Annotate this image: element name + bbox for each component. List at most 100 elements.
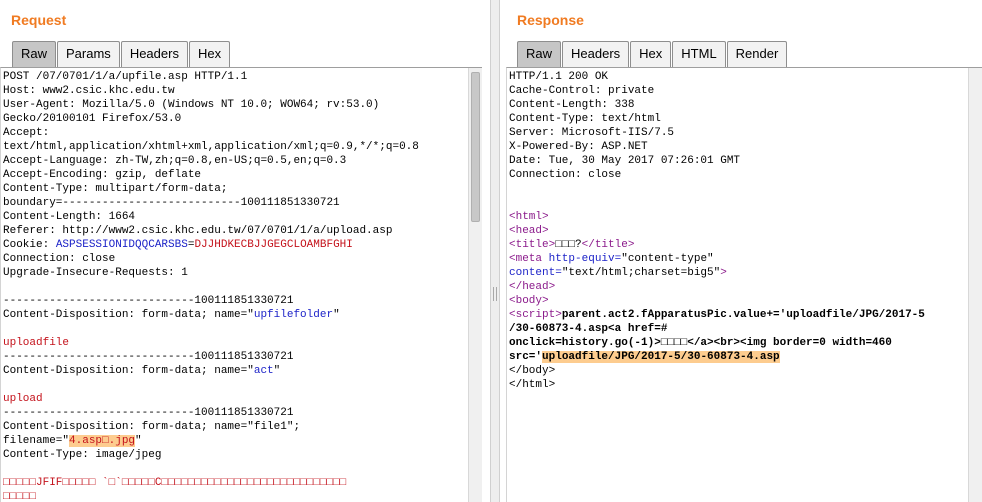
src-highlight: uploadfile/JPG/2017-5/30-60873-4.asp <box>542 351 780 363</box>
meta-attr: content= <box>509 267 562 279</box>
request-tab-hex[interactable]: Hex <box>188 41 231 67</box>
meta-open-tag: <meta <box>509 253 549 265</box>
request-tab-params[interactable]: Params <box>57 41 120 67</box>
cookie-name: ASPSESSIONIDQQCARSBS <box>55 239 188 251</box>
response-line: X-Powered-By: ASP.NET <box>509 141 648 153</box>
request-line: Accept-Encoding: gzip, deflate <box>3 169 202 181</box>
disposition-line: Content-Disposition: form-data; name="ac… <box>3 364 466 378</box>
param-value: upload <box>3 393 43 405</box>
response-editor[interactable]: HTTP/1.1 200 OK Cache-Control: private C… <box>506 67 982 502</box>
response-tab-raw[interactable]: Raw <box>517 41 562 67</box>
request-line: Content-Type: image/jpeg <box>3 449 162 461</box>
disposition-prefix: Content-Disposition: form-data; name=" <box>3 365 254 377</box>
script-text: parent.act2.fApparatusPic.value+='upload… <box>561 309 925 321</box>
response-tab-headers[interactable]: Headers <box>562 41 630 67</box>
cookie-prefix: Cookie: <box>3 239 56 251</box>
response-line: Content-Length: 338 <box>509 99 635 111</box>
request-line: text/html,application/xhtml+xml,applicat… <box>3 141 419 153</box>
request-scrollbar[interactable] <box>468 68 482 502</box>
cookie-line: Cookie: ASPSESSIONIDQQCARSBS=DJJHDKECBJJ… <box>3 238 466 252</box>
html-tag-line: </head> <box>509 281 556 293</box>
response-tab-hex[interactable]: Hex <box>630 41 672 67</box>
script-text-line: onclick=history.go(-1)>□□□□</a><br><img … <box>509 337 892 349</box>
request-tabs: Raw Params Headers Hex <box>12 41 231 67</box>
response-tabs: Raw Headers Hex HTML Render <box>517 41 788 67</box>
response-line: Content-Type: text/html <box>509 113 661 125</box>
binary-data-line: □□□□□ <box>3 491 37 502</box>
param-name: upfilefolder <box>253 309 334 321</box>
request-line: Accept-Language: zh-TW,zh;q=0.8,en-US;q=… <box>3 155 347 167</box>
html-tag-line: <body> <box>509 295 549 307</box>
request-line: POST /07/0701/1/a/upfile.asp HTTP/1.1 <box>3 71 248 83</box>
title-open-tag: <title> <box>509 239 556 251</box>
cookie-value: DJJHDKECBJJGEGCLOAMBFGHI <box>194 239 353 251</box>
response-line <box>509 182 966 196</box>
request-line: Content-Type: multipart/form-data; <box>3 183 228 195</box>
request-scrollbar-thumb[interactable] <box>471 72 480 222</box>
request-line: Gecko/20100101 Firefox/53.0 <box>3 113 182 125</box>
request-line <box>3 462 466 476</box>
param-name: act <box>253 365 274 377</box>
response-line: Server: Microsoft-IIS/7.5 <box>509 127 675 139</box>
request-line <box>3 378 466 392</box>
script-open-tag: <script> <box>509 309 562 321</box>
response-tab-html[interactable]: HTML <box>672 41 726 67</box>
script-text-line: /30-60873-4.asp<a href=# <box>509 323 668 335</box>
response-line: </html> <box>509 379 556 391</box>
request-line: Accept: <box>3 127 50 139</box>
src-prefix: src=' <box>509 351 543 363</box>
meta-attr-value: "content-type" <box>621 253 714 265</box>
request-tab-headers[interactable]: Headers <box>120 41 188 67</box>
response-line: Cache-Control: private <box>509 85 655 97</box>
request-line <box>3 280 466 294</box>
response-scrollbar[interactable] <box>968 68 982 502</box>
response-line <box>509 196 966 210</box>
boundary-line: -----------------------------10011185133… <box>3 407 294 419</box>
response-line: Date: Tue, 30 May 2017 07:26:01 GMT <box>509 155 741 167</box>
response-line: HTTP/1.1 200 OK <box>509 71 609 83</box>
response-title: Response <box>517 12 584 28</box>
html-tag-line: <html> <box>509 211 549 223</box>
request-line: User-Agent: Mozilla/5.0 (Windows NT 10.0… <box>3 99 380 111</box>
meta-attr: http-equiv= <box>548 253 622 265</box>
response-line: Connection: close <box>509 169 622 181</box>
request-pane: Request Raw Params Headers Hex POST /07/… <box>0 0 490 502</box>
param-value: uploadfile <box>3 337 70 349</box>
filename-line: filename="4.asp□.jpg" <box>3 434 466 448</box>
disposition-suffix: " <box>273 365 281 377</box>
binary-data-line: □□□□□JFIF□□□□□ `□`□□□□□C□□□□□□□□□□□□□□□□… <box>3 477 347 489</box>
title-line: <title>□□□?</title> <box>509 238 966 252</box>
request-line: Referer: http://www2.csic.khc.edu.tw/07/… <box>3 225 393 237</box>
meta-close-bracket: > <box>720 267 727 279</box>
meta-attr-value: "text/html;charset=big5" <box>561 267 721 279</box>
response-line: </body> <box>509 365 556 377</box>
request-line: Connection: close <box>3 253 116 265</box>
filename-suffix: " <box>135 435 142 447</box>
filename-highlight: 4.asp□.jpg <box>69 435 136 447</box>
meta-line: content="text/html;charset=big5"> <box>509 266 966 280</box>
html-tag-line: <head> <box>509 225 549 237</box>
pane-splitter[interactable] <box>490 0 500 502</box>
request-line: Host: www2.csic.khc.edu.tw <box>3 85 175 97</box>
script-src-line: src='uploadfile/JPG/2017-5/30-60873-4.as… <box>509 350 966 364</box>
boundary-line: -----------------------------10011185133… <box>3 295 294 307</box>
disposition-prefix: Content-Disposition: form-data; name=" <box>3 309 254 321</box>
meta-line: <meta http-equiv="content-type" <box>509 252 966 266</box>
splitter-grip-icon[interactable] <box>493 287 497 301</box>
request-title: Request <box>11 12 67 28</box>
title-close-tag: </title> <box>581 239 635 251</box>
request-line <box>3 322 466 336</box>
response-tab-render[interactable]: Render <box>726 41 788 67</box>
title-text: □□□? <box>555 239 582 251</box>
filename-prefix: filename=" <box>3 435 70 447</box>
script-line: <script>parent.act2.fApparatusPic.value+… <box>509 308 966 322</box>
request-line: boundary=---------------------------1001… <box>3 197 340 209</box>
response-pane: Response Raw Headers Hex HTML Render HTT… <box>500 0 982 502</box>
request-editor[interactable]: POST /07/0701/1/a/upfile.asp HTTP/1.1 Ho… <box>0 67 482 502</box>
boundary-line: -----------------------------10011185133… <box>3 351 294 363</box>
request-line: Upgrade-Insecure-Requests: 1 <box>3 267 188 279</box>
request-line: Content-Disposition: form-data; name="fi… <box>3 421 301 433</box>
request-tab-raw[interactable]: Raw <box>12 41 57 67</box>
disposition-suffix: " <box>333 309 340 321</box>
disposition-line: Content-Disposition: form-data; name="up… <box>3 308 466 322</box>
